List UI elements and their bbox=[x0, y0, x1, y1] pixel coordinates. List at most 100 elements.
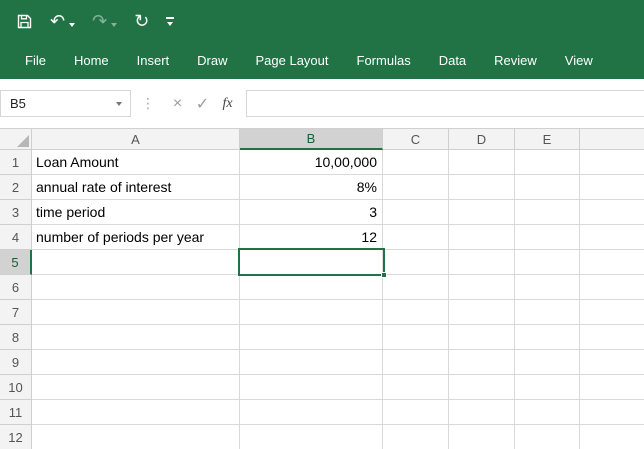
cell-C9[interactable] bbox=[383, 350, 449, 375]
row-header-7[interactable]: 7 bbox=[0, 300, 32, 325]
cell-C6[interactable] bbox=[383, 275, 449, 300]
cell-F12[interactable] bbox=[580, 425, 644, 449]
cell-D1[interactable] bbox=[449, 150, 515, 175]
redo-button[interactable]: ↷ bbox=[92, 12, 117, 30]
cell-C10[interactable] bbox=[383, 375, 449, 400]
select-all-corner[interactable] bbox=[0, 129, 32, 150]
cell-D8[interactable] bbox=[449, 325, 515, 350]
cell-F2[interactable] bbox=[580, 175, 644, 200]
column-header-d[interactable]: D bbox=[449, 129, 515, 150]
tab-insert[interactable]: Insert bbox=[123, 42, 184, 79]
cell-C8[interactable] bbox=[383, 325, 449, 350]
cell-F9[interactable] bbox=[580, 350, 644, 375]
cell-F5[interactable] bbox=[580, 250, 644, 275]
repeat-button[interactable]: ↻ bbox=[134, 12, 149, 30]
cell-E5[interactable] bbox=[515, 250, 580, 275]
cell-C4[interactable] bbox=[383, 225, 449, 250]
cell-A8[interactable] bbox=[32, 325, 240, 350]
row-header-4[interactable]: 4 bbox=[0, 225, 32, 250]
cell-C12[interactable] bbox=[383, 425, 449, 449]
cell-A3[interactable]: time period bbox=[32, 200, 240, 225]
cell-C1[interactable] bbox=[383, 150, 449, 175]
cell-E12[interactable] bbox=[515, 425, 580, 449]
tab-home[interactable]: Home bbox=[60, 42, 123, 79]
tab-page-layout[interactable]: Page Layout bbox=[242, 42, 343, 79]
cell-A6[interactable] bbox=[32, 275, 240, 300]
cell-B11[interactable] bbox=[240, 400, 383, 425]
cell-E6[interactable] bbox=[515, 275, 580, 300]
row-header-5[interactable]: 5 bbox=[0, 250, 32, 275]
cell-B3[interactable]: 3 bbox=[240, 200, 383, 225]
row-header-6[interactable]: 6 bbox=[0, 275, 32, 300]
cell-D4[interactable] bbox=[449, 225, 515, 250]
cell-B1[interactable]: 10,00,000 bbox=[240, 150, 383, 175]
cell-B5[interactable] bbox=[240, 250, 383, 275]
cell-F10[interactable] bbox=[580, 375, 644, 400]
cell-C5[interactable] bbox=[383, 250, 449, 275]
cell-D6[interactable] bbox=[449, 275, 515, 300]
fill-handle[interactable] bbox=[381, 272, 387, 278]
cell-C7[interactable] bbox=[383, 300, 449, 325]
cell-D12[interactable] bbox=[449, 425, 515, 449]
cell-E2[interactable] bbox=[515, 175, 580, 200]
column-header-b[interactable]: B bbox=[240, 129, 383, 150]
cell-C2[interactable] bbox=[383, 175, 449, 200]
tab-review[interactable]: Review bbox=[480, 42, 551, 79]
enter-icon[interactable]: ✓ bbox=[190, 94, 215, 114]
name-box[interactable]: B5 bbox=[0, 90, 131, 117]
cell-D10[interactable] bbox=[449, 375, 515, 400]
customize-qat-button[interactable] bbox=[166, 17, 174, 26]
column-header-c[interactable]: C bbox=[383, 129, 449, 150]
cell-B6[interactable] bbox=[240, 275, 383, 300]
undo-dropdown-icon[interactable] bbox=[69, 23, 75, 27]
cell-E10[interactable] bbox=[515, 375, 580, 400]
row-header-2[interactable]: 2 bbox=[0, 175, 32, 200]
row-header-9[interactable]: 9 bbox=[0, 350, 32, 375]
tab-view[interactable]: View bbox=[551, 42, 607, 79]
cell-F3[interactable] bbox=[580, 200, 644, 225]
name-box-dropdown-icon[interactable] bbox=[116, 102, 122, 106]
cell-B2[interactable]: 8% bbox=[240, 175, 383, 200]
cell-D2[interactable] bbox=[449, 175, 515, 200]
tab-formulas[interactable]: Formulas bbox=[343, 42, 425, 79]
row-header-10[interactable]: 10 bbox=[0, 375, 32, 400]
tab-file[interactable]: File bbox=[11, 42, 60, 79]
cell-E9[interactable] bbox=[515, 350, 580, 375]
cell-B9[interactable] bbox=[240, 350, 383, 375]
cell-A7[interactable] bbox=[32, 300, 240, 325]
cell-F1[interactable] bbox=[580, 150, 644, 175]
row-header-12[interactable]: 12 bbox=[0, 425, 32, 449]
cell-B7[interactable] bbox=[240, 300, 383, 325]
save-button[interactable] bbox=[16, 13, 33, 30]
tab-draw[interactable]: Draw bbox=[183, 42, 241, 79]
column-header-partial[interactable] bbox=[580, 129, 644, 150]
cell-C3[interactable] bbox=[383, 200, 449, 225]
cell-E1[interactable] bbox=[515, 150, 580, 175]
cell-D7[interactable] bbox=[449, 300, 515, 325]
column-header-e[interactable]: E bbox=[515, 129, 580, 150]
cell-E11[interactable] bbox=[515, 400, 580, 425]
cell-E3[interactable] bbox=[515, 200, 580, 225]
cell-D5[interactable] bbox=[449, 250, 515, 275]
tab-data[interactable]: Data bbox=[425, 42, 480, 79]
row-header-3[interactable]: 3 bbox=[0, 200, 32, 225]
cell-D3[interactable] bbox=[449, 200, 515, 225]
cell-A9[interactable] bbox=[32, 350, 240, 375]
insert-function-icon[interactable]: fx bbox=[215, 96, 240, 112]
column-header-a[interactable]: A bbox=[32, 129, 240, 150]
cell-B12[interactable] bbox=[240, 425, 383, 449]
redo-dropdown-icon[interactable] bbox=[111, 23, 117, 27]
cell-B4[interactable]: 12 bbox=[240, 225, 383, 250]
cell-D9[interactable] bbox=[449, 350, 515, 375]
row-header-1[interactable]: 1 bbox=[0, 150, 32, 175]
cell-A10[interactable] bbox=[32, 375, 240, 400]
cell-A12[interactable] bbox=[32, 425, 240, 449]
cancel-icon[interactable]: × bbox=[165, 95, 190, 113]
cell-B10[interactable] bbox=[240, 375, 383, 400]
cell-F11[interactable] bbox=[580, 400, 644, 425]
cell-A4[interactable]: number of periods per year bbox=[32, 225, 240, 250]
cell-A1[interactable]: Loan Amount bbox=[32, 150, 240, 175]
row-header-8[interactable]: 8 bbox=[0, 325, 32, 350]
cell-E4[interactable] bbox=[515, 225, 580, 250]
cell-D11[interactable] bbox=[449, 400, 515, 425]
